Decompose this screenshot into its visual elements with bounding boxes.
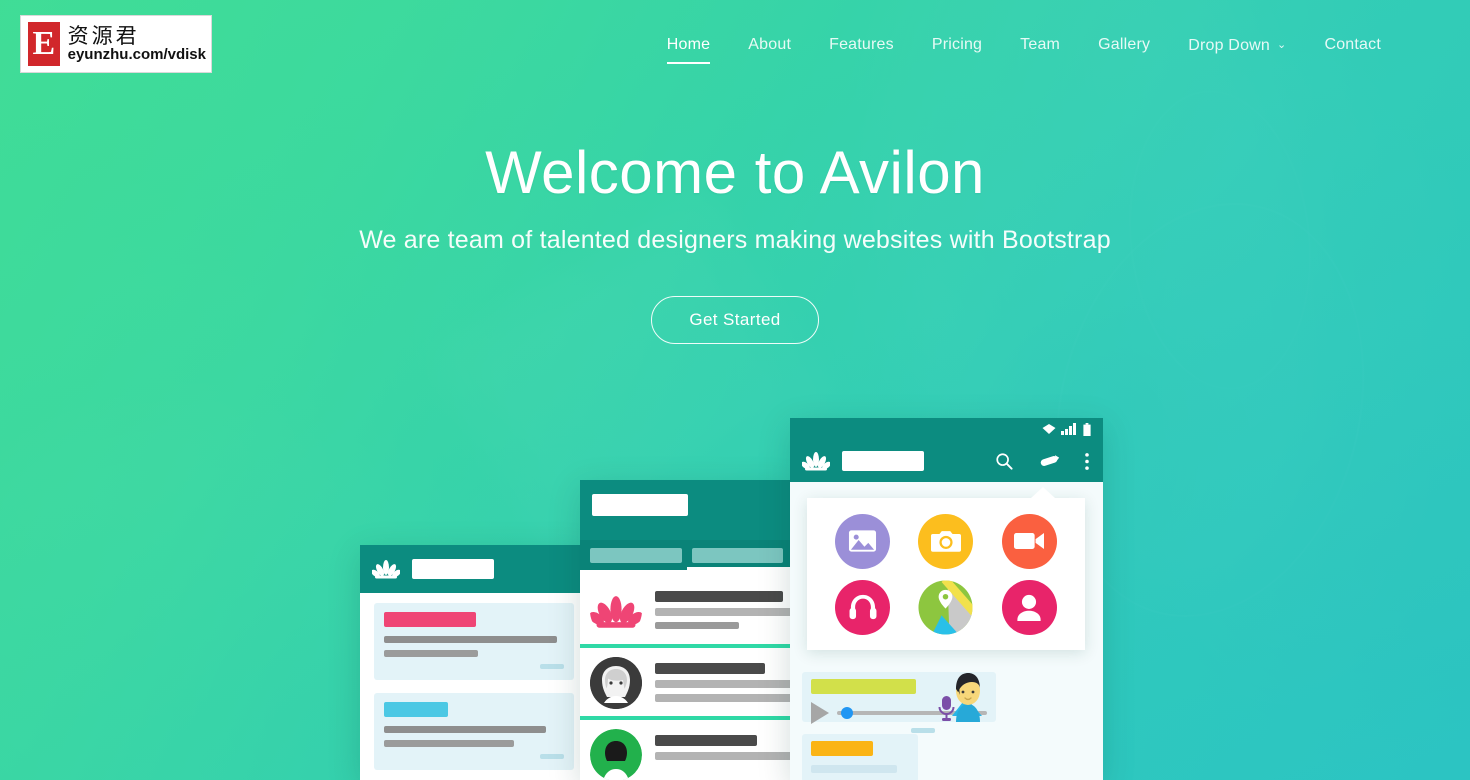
sender-name-tag <box>811 741 873 756</box>
contact-list-body <box>580 570 793 780</box>
nav-item-about[interactable]: About <box>729 30 810 60</box>
contact-meta-line <box>655 622 740 629</box>
site-header: AVILON Home About Features Pricing Team … <box>0 0 1470 90</box>
message-line <box>811 765 898 773</box>
chevron-down-icon: ⌄ <box>1277 39 1287 51</box>
camera-icon[interactable] <box>918 513 974 569</box>
watermark-chinese: 资源君 <box>67 24 140 49</box>
woman-avatar-icon <box>590 657 642 709</box>
chat-search-input[interactable] <box>412 559 494 579</box>
contact-name-line <box>655 591 783 602</box>
phone-mockup[interactable] <box>790 418 1103 780</box>
list-item-text <box>655 585 793 635</box>
chat-bubble[interactable] <box>374 693 574 770</box>
lotus-logo-icon <box>802 452 830 471</box>
attachment-icon[interactable] <box>1038 452 1060 470</box>
phone-status-bar <box>790 418 1103 440</box>
contact-preview-line <box>655 694 793 702</box>
location-icon[interactable] <box>918 579 974 635</box>
active-tab-indicator <box>686 567 793 570</box>
tab-placeholder-1[interactable] <box>590 547 682 563</box>
video-icon[interactable] <box>1001 513 1057 569</box>
main-navigation: Home About Features Pricing Team Gallery… <box>648 30 1400 64</box>
attachment-grid <box>807 498 1085 650</box>
contact-preview-line <box>655 752 793 760</box>
lotus-logo-icon <box>372 560 400 579</box>
image-message-card[interactable] <box>802 734 918 780</box>
timestamp-placeholder <box>540 754 564 759</box>
nav-label: Pricing <box>931 36 983 53</box>
audio-message-card[interactable] <box>802 672 996 733</box>
green-avatar-icon <box>590 729 642 780</box>
contact-list-header <box>580 480 793 540</box>
nav-label: Features <box>829 36 894 53</box>
message-line <box>384 636 557 643</box>
page-stage: AVILON Home About Features Pricing Team … <box>0 0 1470 780</box>
battery-icon <box>1083 422 1091 436</box>
audio-progress-knob[interactable] <box>841 707 853 719</box>
nav-item-contact[interactable]: Contact <box>1305 30 1400 60</box>
contact-list-mockup[interactable] <box>580 480 793 780</box>
popup-arrow <box>1031 487 1055 498</box>
list-item[interactable] <box>580 648 793 714</box>
contact-list-tabs <box>580 540 793 570</box>
sender-name-tag <box>811 679 916 694</box>
chat-bubble[interactable] <box>374 603 574 680</box>
signal-bars-icon <box>1061 423 1076 435</box>
attachment-popup[interactable] <box>807 487 1085 650</box>
voice-avatar-illustration <box>938 673 982 722</box>
play-button-icon[interactable] <box>811 702 829 724</box>
search-icon[interactable] <box>995 452 1013 470</box>
timestamp-placeholder <box>540 664 564 669</box>
nav-item-features[interactable]: Features <box>810 30 913 60</box>
audio-icon[interactable] <box>835 579 891 635</box>
gallery-icon[interactable] <box>835 513 891 569</box>
tab-placeholder-2[interactable] <box>691 547 783 563</box>
contact-preview-line <box>655 680 793 688</box>
sender-name-tag <box>384 702 448 717</box>
app-mockups-group <box>0 0 1470 780</box>
list-item[interactable] <box>580 720 793 780</box>
nav-label: Team <box>1020 36 1061 53</box>
watermark-letter-icon: E <box>26 20 62 68</box>
watermark-url: eyunzhu.com/vdisk <box>67 46 206 64</box>
phone-app-header <box>790 440 1103 482</box>
nav-label: Gallery <box>1098 36 1151 53</box>
contact-icon[interactable] <box>1001 579 1057 635</box>
wifi-icon <box>1042 424 1056 434</box>
nav-label: Contact <box>1324 36 1381 53</box>
lotus-avatar-icon <box>590 585 642 637</box>
nav-item-gallery[interactable]: Gallery <box>1079 30 1169 60</box>
nav-label: Home <box>666 36 711 53</box>
phone-search-input[interactable] <box>842 451 924 471</box>
list-item-text <box>655 729 793 766</box>
list-item-text <box>655 657 793 708</box>
message-line <box>384 726 546 733</box>
nav-item-home[interactable]: Home <box>648 30 729 64</box>
phone-screen-canvas <box>790 482 1103 780</box>
list-item[interactable] <box>580 576 793 642</box>
chat-window-mockup[interactable] <box>360 545 588 780</box>
message-line <box>384 740 514 747</box>
chat-window-header <box>360 545 588 593</box>
message-line <box>384 650 478 657</box>
nav-label: Drop Down <box>1188 37 1271 54</box>
watermark-text: 资源君 eyunzhu.com/vdisk <box>68 25 206 63</box>
timestamp-placeholder <box>911 728 935 733</box>
watermark-overlay: E 资源君 eyunzhu.com/vdisk <box>20 15 212 73</box>
nav-label: About <box>748 36 792 53</box>
contact-name-line <box>655 663 766 674</box>
nav-item-drop-down[interactable]: Drop Down ⌄ <box>1169 30 1305 61</box>
overflow-menu-icon[interactable] <box>1085 452 1089 470</box>
nav-item-team[interactable]: Team <box>1001 30 1079 60</box>
sender-name-tag <box>384 612 476 627</box>
contact-preview-line <box>655 608 793 616</box>
nav-item-pricing[interactable]: Pricing <box>913 30 1001 60</box>
contact-search-input[interactable] <box>592 494 688 516</box>
contact-name-line <box>655 735 758 746</box>
chat-window-body <box>360 593 588 780</box>
